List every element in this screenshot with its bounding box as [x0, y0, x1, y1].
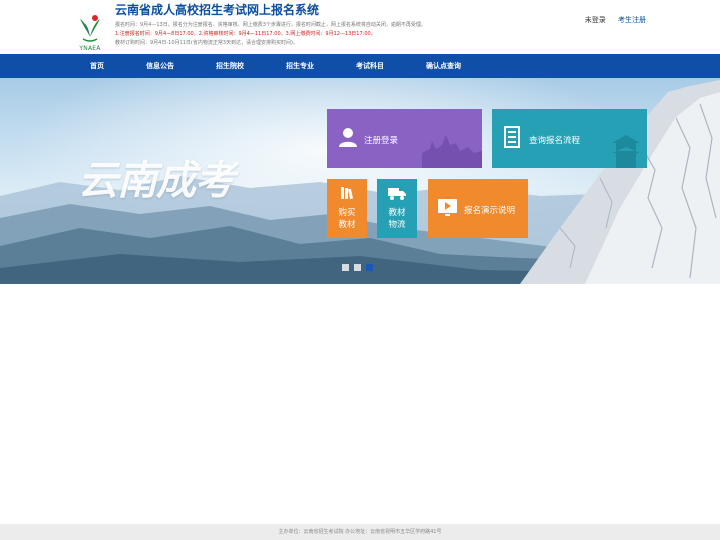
nav-item-announcements[interactable]: 信息公告	[146, 54, 174, 78]
register-link[interactable]: 考生注册	[618, 16, 646, 24]
tile-buy-textbooks-label-2: 教材	[338, 220, 356, 230]
carousel-dot-3-active[interactable]	[366, 264, 373, 271]
tile-query-process-label: 查询报名流程	[529, 136, 581, 146]
nav-item-home[interactable]: 首页	[90, 54, 104, 78]
tile-textbook-logistics[interactable]: 教材 物流	[377, 179, 417, 238]
carousel-dot-1[interactable]	[342, 264, 349, 271]
notice-key-dates: 1.注册报名时间：9月4—8日17:00。2.资格审核时间：9月4—11日17:…	[115, 31, 376, 37]
nav-item-institutions[interactable]: 招生院校	[216, 54, 244, 78]
tile-register-login-label: 注册登录	[364, 136, 399, 146]
login-status: 未登录	[584, 16, 606, 24]
truck-icon	[388, 188, 406, 200]
footer: 主办单位：云南省招生考试院 办公地址：云南省昆明市五华区学府路41号	[0, 524, 720, 540]
tile-textbook-logistics-label-2: 物流	[388, 220, 406, 230]
notice-textbook-order: 教材订购时间：9月4日-10月11日(省内物流正常3天到达，请合理安排购买时间)…	[115, 40, 298, 46]
site-title: 云南省成人高校招生考试网上报名系统	[115, 3, 320, 17]
tile-buy-textbooks-label-1: 购买	[338, 208, 356, 218]
user-icon	[339, 128, 357, 147]
banner-carousel: 云南成考 注册登录 查询报名流程 购买 教材 教材 物流 报名演示说明	[0, 78, 720, 284]
ynaea-logo-icon[interactable]: YNAEA	[74, 13, 106, 53]
pavilion-silhouette	[612, 135, 640, 168]
carousel-dot-2[interactable]	[354, 264, 361, 271]
tile-register-login[interactable]: 注册登录	[327, 109, 482, 168]
user-area: 未登录 考生注册	[585, 15, 646, 25]
notice-registration-period: 报名时间：9月4—13日。报名分为注册报名、资格审核、网上缴费3个步骤进行，报名…	[115, 22, 426, 28]
books-icon	[341, 187, 353, 200]
logo-text: YNAEA	[79, 45, 101, 52]
tile-registration-demo[interactable]: 报名演示说明	[428, 179, 528, 238]
play-icon	[438, 199, 457, 216]
nav-item-subjects[interactable]: 考试科目	[356, 54, 384, 78]
tile-query-process[interactable]: 查询报名流程	[492, 109, 647, 168]
banner-slogan: 云南成考	[78, 157, 235, 204]
tile-textbook-logistics-label-1: 教材	[388, 208, 406, 218]
main-nav: 首页 信息公告 招生院校 招生专业 考试科目 确认点查询	[0, 54, 720, 78]
nav-item-confirmation-sites[interactable]: 确认点查询	[426, 54, 461, 78]
tile-buy-textbooks[interactable]: 购买 教材	[327, 179, 367, 238]
header: YNAEA 云南省成人高校招生考试网上报名系统 报名时间：9月4—13日。报名分…	[0, 0, 720, 54]
nav-item-majors[interactable]: 招生专业	[286, 54, 314, 78]
page: YNAEA 云南省成人高校招生考试网上报名系统 报名时间：9月4—13日。报名分…	[0, 0, 720, 540]
tile-registration-demo-label: 报名演示说明	[464, 206, 516, 216]
document-icon	[504, 126, 520, 148]
building-silhouette	[422, 135, 482, 168]
